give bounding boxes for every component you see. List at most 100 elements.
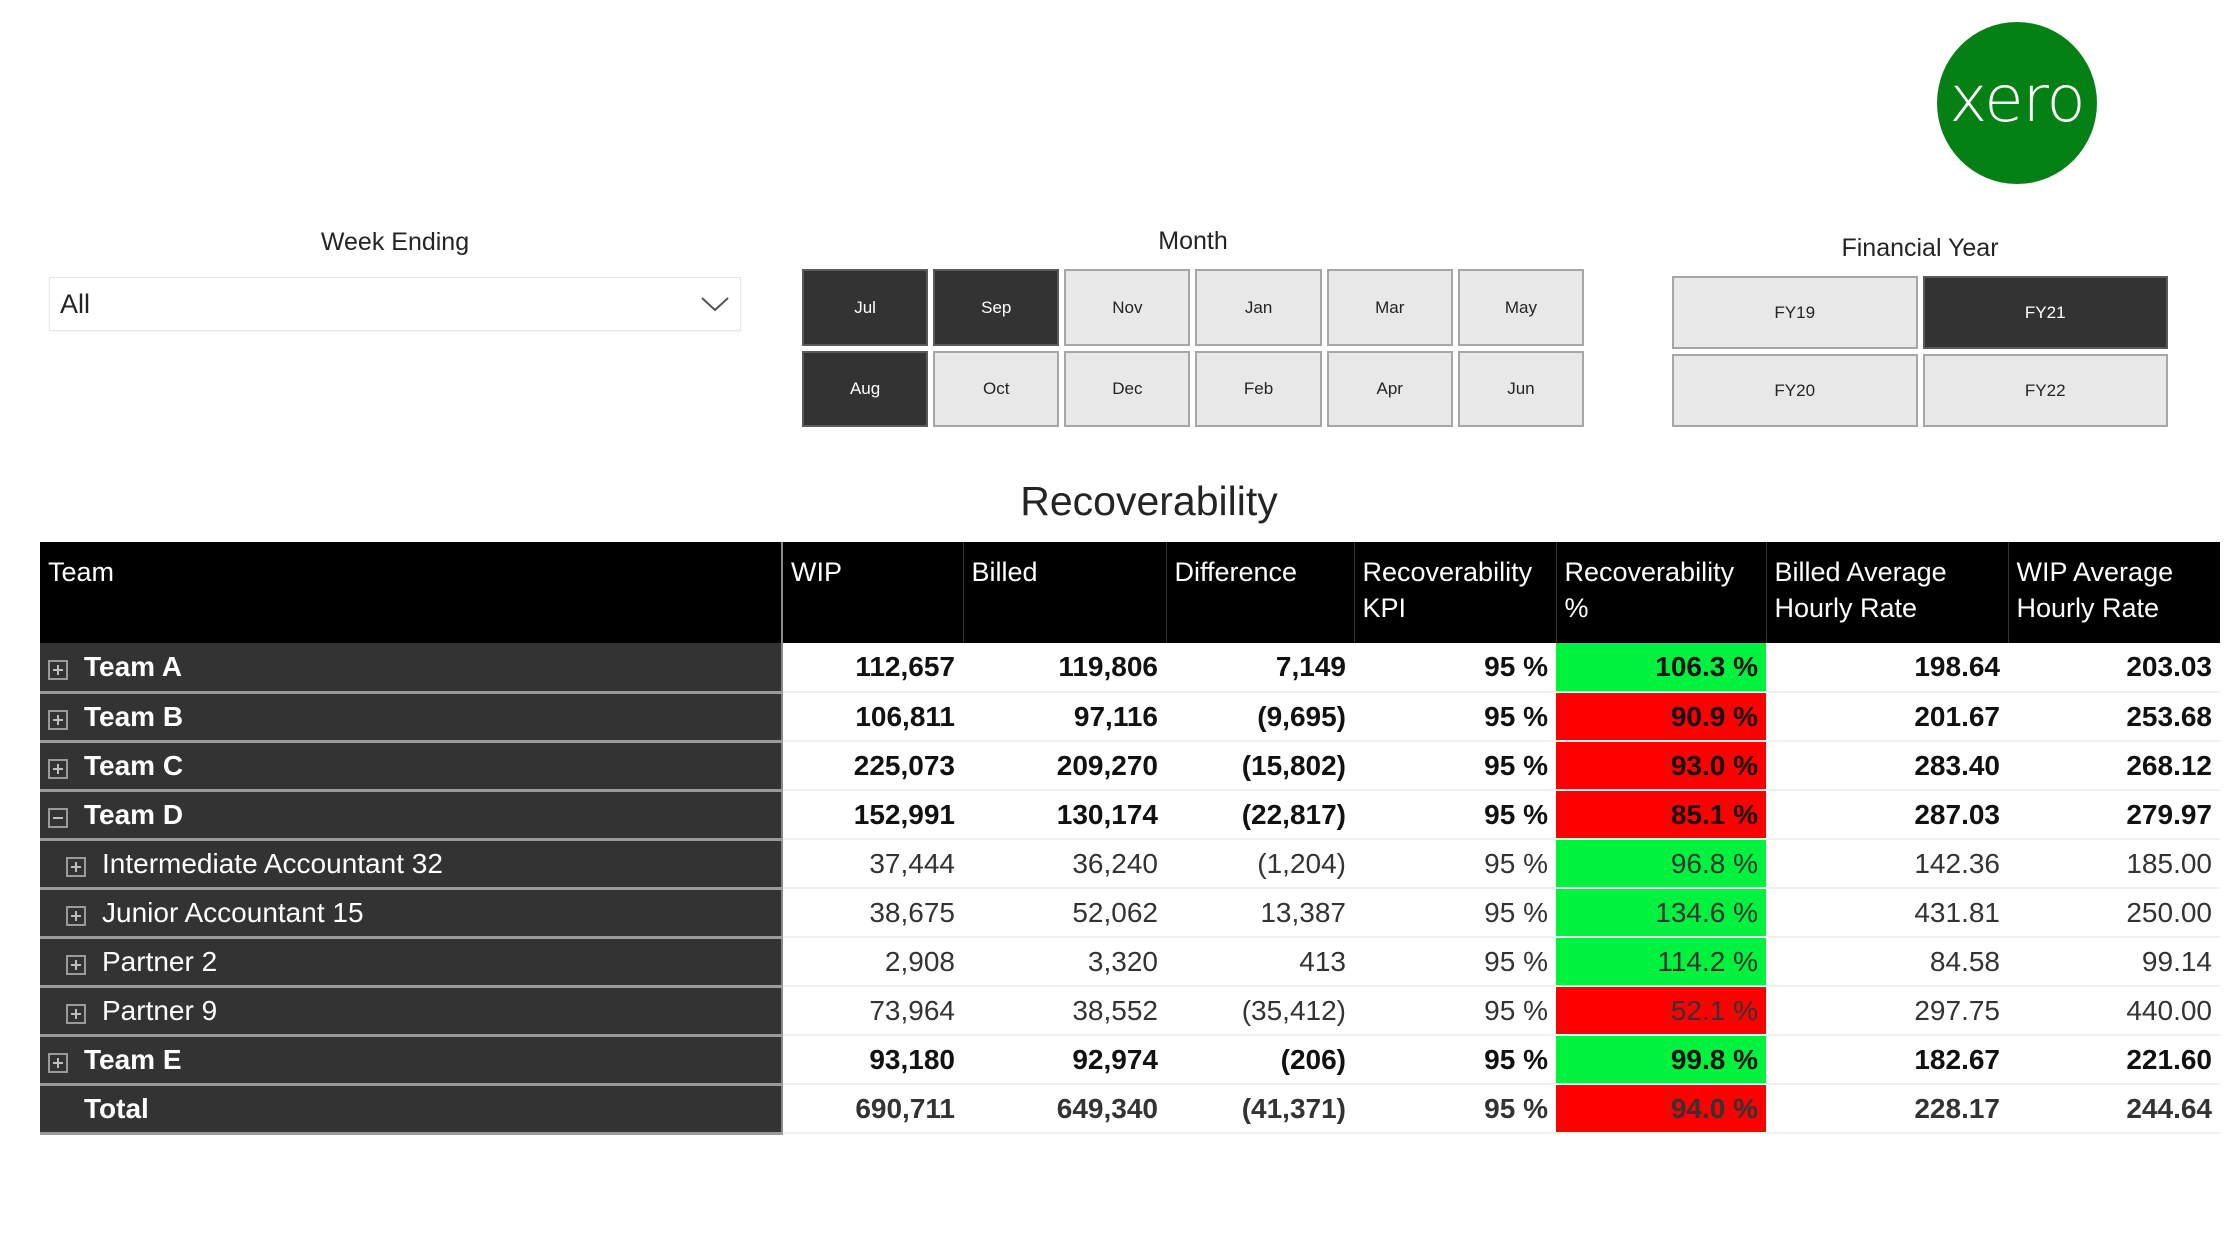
billed-avg-rate-cell: 283.40 [1766,741,2008,791]
team-cell: Partner 2 [40,937,783,988]
difference-cell: (1,204) [1166,839,1354,889]
recoverability-pct-cell: 96.8 % [1556,839,1766,889]
fy-tile-fy20[interactable]: FY20 [1672,354,1918,427]
team-label: Total [84,1092,149,1124]
expand-icon[interactable] [48,1053,68,1074]
fy-tile-fy21[interactable]: FY21 [1922,276,2168,349]
member-row: Intermediate Accountant 32 37,444 36,240 (1… [40,839,2220,890]
wip-avg-rate-cell: 203.03 [2008,643,2220,693]
column-header-wip-avg-rate[interactable]: WIP Average Hourly Rate [2007,542,2220,643]
wip-avg-rate-cell: 253.68 [2008,692,2220,742]
expand-icon[interactable] [66,857,86,878]
team-label: Team D [84,798,184,830]
month-tile-aug[interactable]: Aug [802,351,929,427]
difference-cell: (9,695) [1166,692,1354,742]
wip-cell: 73,964 [782,986,963,1036]
column-header-recoverability-kpi[interactable]: Recoverability KPI [1353,542,1556,643]
team-label: Team A [84,650,183,682]
team-cell: Junior Accountant 15 [40,888,783,939]
billed-avg-rate-cell: 287.03 [1766,790,2008,840]
column-header-wip[interactable]: WIP [781,542,963,643]
expand-icon[interactable] [66,1004,86,1025]
member-row: Partner 9 73,964 38,552 (35,412) 95 % 52.1 % 2… [40,986,2220,1037]
billed-avg-rate-cell: 84.58 [1766,937,2008,987]
recoverability-pct-cell: 94.0 % [1556,1084,1766,1134]
column-header-billed[interactable]: Billed [962,542,1166,643]
month-tile-jun[interactable]: Jun [1457,351,1584,427]
expand-icon[interactable] [48,759,68,780]
month-tile-feb[interactable]: Feb [1195,351,1322,427]
collapse-icon[interactable] [48,808,68,829]
team-cell: Team C [40,741,783,792]
recoverability-pct-cell: 99.8 % [1556,1035,1766,1085]
team-cell: Intermediate Accountant 32 [40,839,783,890]
xero-logo-text: xero [1949,63,2085,137]
column-header-billed-avg-rate[interactable]: Billed Average Hourly Rate [1765,542,2008,643]
team-label: Partner 9 [102,994,218,1026]
week-ending-value: All [60,288,91,319]
expand-icon[interactable] [48,660,68,681]
kpi-cell: 95 % [1354,888,1556,938]
month-tile-apr[interactable]: Apr [1326,351,1453,427]
wip-avg-rate-cell: 268.12 [2008,741,2220,791]
team-cell: Team B [40,692,783,743]
wip-cell: 38,675 [782,888,963,938]
week-ending-dropdown[interactable]: All [49,277,741,331]
team-row: Team B 106,811 97,116 (9,695) 95 % 90.9 % 201.… [40,692,2220,743]
total-row: Total 690,711 649,340 (41,371) 95 % 94.0 % 228… [40,1084,2220,1135]
month-tile-oct[interactable]: Oct [933,351,1060,427]
recoverability-pct-cell: 90.9 % [1556,692,1766,742]
recoverability-pct-cell: 93.0 % [1556,741,1766,791]
month-tile-jan[interactable]: Jan [1195,269,1322,346]
billed-cell: 92,974 [963,1035,1166,1085]
wip-avg-rate-cell: 185.00 [2008,839,2220,889]
team-row: Team C 225,073 209,270 (15,802) 95 % 93.0 % 28… [40,741,2220,792]
recoverability-pct-cell: 85.1 % [1556,790,1766,840]
billed-cell: 209,270 [963,741,1166,791]
team-cell: Team D [40,790,783,841]
kpi-cell: 95 % [1354,986,1556,1036]
recoverability-pct-cell: 114.2 % [1556,937,1766,987]
kpi-cell: 95 % [1354,741,1556,791]
month-tile-jul[interactable]: Jul [802,269,929,346]
header-row: Team WIP Billed Difference Recoverabilit… [40,542,2220,643]
fy-tile-fy19[interactable]: FY19 [1672,276,1918,349]
financial-year-label: Financial Year [1841,234,1999,262]
difference-cell: (22,817) [1166,790,1354,840]
difference-cell: 13,387 [1166,888,1354,938]
team-cell: Partner 9 [40,986,783,1037]
table-title: Recoverability [1020,478,1278,524]
expand-icon[interactable] [66,906,86,927]
team-cell: Team E [40,1035,783,1086]
wip-cell: 106,811 [782,692,963,742]
billed-cell: 3,320 [963,937,1166,987]
fy-tile-fy22[interactable]: FY22 [1922,354,2168,427]
column-header-difference[interactable]: Difference [1165,542,1354,643]
kpi-cell: 95 % [1354,790,1556,840]
kpi-cell: 95 % [1354,839,1556,889]
wip-avg-rate-cell: 440.00 [2008,986,2220,1036]
month-slicer: Jul Sep Nov Jan Mar May Aug Oct Dec Feb … [802,269,1584,427]
billed-avg-rate-cell: 142.36 [1766,839,2008,889]
column-header-team[interactable]: Team [40,542,783,643]
recoverability-pct-cell: 134.6 % [1556,888,1766,938]
team-label: Intermediate Accountant 32 [102,847,443,879]
billed-avg-rate-cell: 182.67 [1766,1035,2008,1085]
wip-cell: 690,711 [782,1084,963,1134]
month-tile-nov[interactable]: Nov [1064,269,1191,346]
expand-icon[interactable] [48,710,68,731]
month-tile-dec[interactable]: Dec [1064,351,1191,427]
expand-icon[interactable] [66,955,86,976]
team-row: Team D 152,991 130,174 (22,817) 95 % 85.1 % 28… [40,790,2220,841]
wip-cell: 93,180 [782,1035,963,1085]
month-tile-sep[interactable]: Sep [933,269,1060,346]
wip-avg-rate-cell: 244.64 [2008,1084,2220,1134]
team-cell: Total [40,1084,783,1135]
team-label: Team C [84,749,184,781]
month-tile-may[interactable]: May [1457,269,1584,346]
week-ending-label: Week Ending [320,228,470,256]
kpi-cell: 95 % [1354,1084,1556,1134]
month-tile-mar[interactable]: Mar [1326,269,1453,346]
wip-avg-rate-cell: 99.14 [2008,937,2220,987]
column-header-recoverability-pct[interactable]: Recoverability % [1555,542,1766,643]
